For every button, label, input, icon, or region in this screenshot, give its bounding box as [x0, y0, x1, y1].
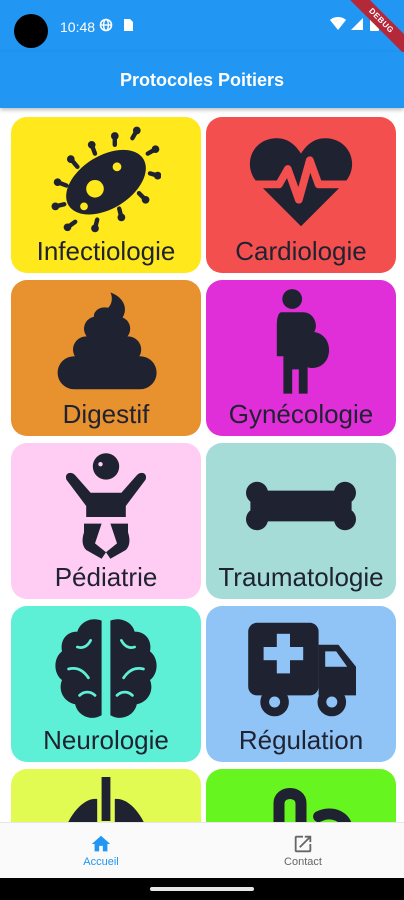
- status-time: 10:48: [60, 19, 96, 35]
- tile-label: Régulation: [238, 725, 364, 755]
- app-title: Protocoles Poitiers: [119, 69, 285, 90]
- vpn-globe-icon: [99, 18, 113, 32]
- tile-traumatologie[interactable]: Traumatologie: [206, 443, 396, 599]
- ambulance-icon: [248, 622, 356, 717]
- camera-cutout: [14, 14, 48, 48]
- nav-item-contact[interactable]: Contact: [202, 823, 404, 879]
- lungs-icon: [68, 777, 144, 822]
- system-gesture-bar: [0, 878, 404, 900]
- home-gesture-handle[interactable]: [150, 887, 254, 891]
- nav-label-accueil: Accueil: [83, 856, 119, 868]
- open-in-new-icon: [294, 835, 312, 853]
- tile-digestif[interactable]: Digestif: [11, 280, 201, 436]
- bottom-navigation: Accueil Contact: [0, 822, 404, 878]
- poop-icon: [57, 292, 157, 390]
- sim-card-icon: [124, 19, 133, 31]
- tile-label: Gynécologie: [228, 399, 374, 429]
- bacteria-icon: [51, 126, 161, 233]
- pregnant-woman-icon: [276, 289, 330, 394]
- cell-signal-icon: [351, 18, 363, 30]
- tile-label: Pédiatrie: [54, 562, 158, 592]
- nav-item-accueil[interactable]: Accueil: [0, 823, 202, 879]
- tile-label: Neurologie: [43, 725, 169, 755]
- protocol-grid: Infectiologie Cardiologie Digestif Gynéc…: [0, 108, 404, 822]
- tile-infectiologie[interactable]: Infectiologie: [11, 117, 201, 273]
- tile-gynecologie[interactable]: Gynécologie: [206, 280, 396, 436]
- tile-label: Infectiologie: [36, 236, 176, 266]
- bone-icon: [246, 481, 356, 531]
- tile-regulation[interactable]: Régulation: [206, 606, 396, 762]
- tile-label: Cardiologie: [235, 236, 367, 266]
- tile-label: Digestif: [62, 399, 150, 429]
- tile-pharmacologie-partial[interactable]: [206, 769, 396, 822]
- pills-icon: [273, 788, 352, 822]
- tile-pneumologie-partial[interactable]: [11, 769, 201, 822]
- status-bar: 10:48 DEBUG: [0, 0, 404, 58]
- tile-label: Traumatologie: [218, 562, 384, 592]
- home-icon: [91, 835, 111, 852]
- tile-pediatrie[interactable]: Pédiatrie: [11, 443, 201, 599]
- app-bar: Protocoles Poitiers: [0, 52, 404, 108]
- baby-icon: [65, 453, 147, 559]
- nav-label-contact: Contact: [284, 856, 322, 868]
- wifi-icon: [330, 17, 346, 30]
- brain-icon: [55, 619, 157, 718]
- tile-cardiologie[interactable]: Cardiologie: [206, 117, 396, 273]
- tile-neurologie[interactable]: Neurologie: [11, 606, 201, 762]
- heart-pulse-icon: [246, 138, 356, 227]
